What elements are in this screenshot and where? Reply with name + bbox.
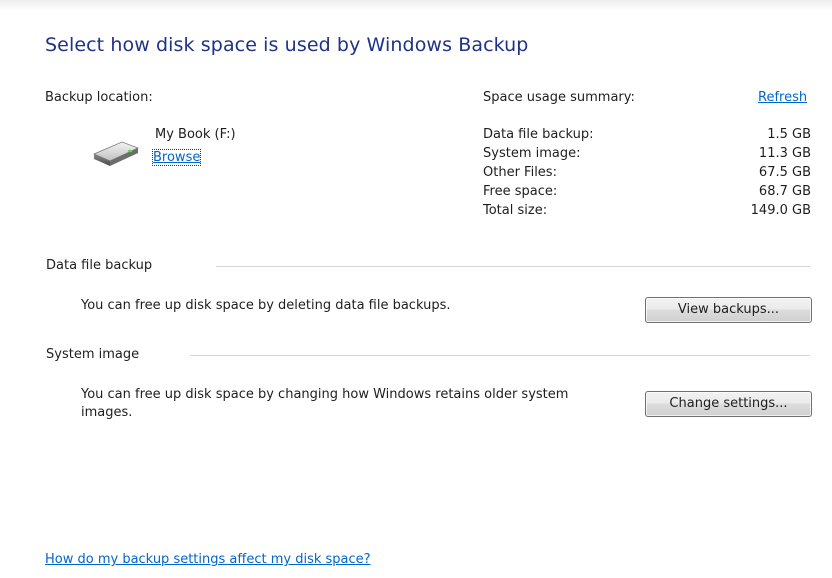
summary-value: 67.5 GB xyxy=(758,165,811,180)
change-settings-button[interactable]: Change settings... xyxy=(645,391,812,417)
help-link[interactable]: How do my backup settings affect my disk… xyxy=(45,552,371,567)
section-divider xyxy=(216,266,810,267)
summary-value: 11.3 GB xyxy=(758,146,811,161)
top-shadow xyxy=(0,0,832,10)
data-file-backup-description: You can free up disk space by deleting d… xyxy=(81,298,451,313)
hard-drive-icon xyxy=(92,141,140,166)
refresh-link[interactable]: Refresh xyxy=(758,90,807,105)
summary-row-data-file-backup: Data file backup: 1.5 GB xyxy=(483,127,811,146)
backup-location-label: Backup location: xyxy=(45,90,153,105)
summary-value: 68.7 GB xyxy=(758,184,811,199)
summary-row-free-space: Free space: 68.7 GB xyxy=(483,184,811,203)
system-image-heading: System image xyxy=(46,347,140,362)
disk-space-dialog: Select how disk space is used by Windows… xyxy=(0,0,832,578)
view-backups-button[interactable]: View backups... xyxy=(645,297,812,323)
summary-row-total-size: Total size: 149.0 GB xyxy=(483,203,811,222)
summary-key: System image: xyxy=(483,146,581,161)
page-title: Select how disk space is used by Windows… xyxy=(45,34,529,56)
space-usage-summary-label: Space usage summary: xyxy=(483,90,635,105)
summary-key: Total size: xyxy=(483,203,548,218)
summary-row-system-image: System image: 11.3 GB xyxy=(483,146,811,165)
summary-key: Free space: xyxy=(483,184,558,199)
summary-row-other-files: Other Files: 67.5 GB xyxy=(483,165,811,184)
summary-value: 149.0 GB xyxy=(750,203,811,218)
data-file-backup-heading: Data file backup xyxy=(46,258,153,273)
section-divider xyxy=(190,355,810,356)
system-image-description: You can free up disk space by changing h… xyxy=(81,387,569,420)
summary-key: Other Files: xyxy=(483,165,557,180)
drive-name: My Book (F:) xyxy=(155,127,236,142)
summary-value: 1.5 GB xyxy=(767,127,811,142)
browse-link[interactable]: Browse xyxy=(151,149,202,166)
summary-key: Data file backup: xyxy=(483,127,594,142)
